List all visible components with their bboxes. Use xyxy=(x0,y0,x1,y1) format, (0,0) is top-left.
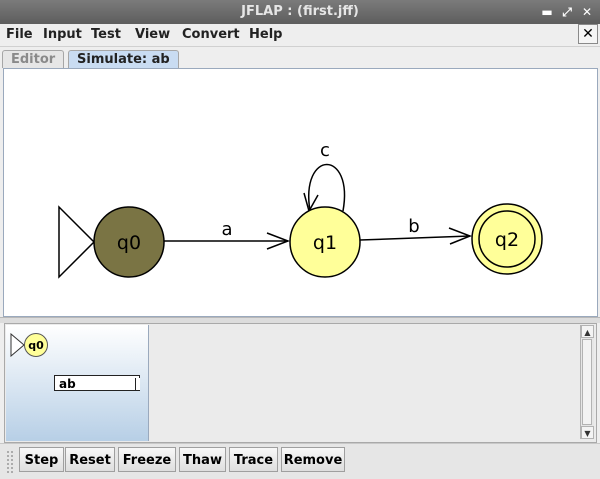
window-titlebar: JFLAP : (first.jff) ▬ ⤢ ✕ xyxy=(0,0,600,24)
menu-test[interactable]: Test xyxy=(91,24,121,46)
tape-input-text: ab xyxy=(59,377,76,391)
input-tape: ab xyxy=(54,375,140,391)
window-controls: ▬ ⤢ ✕ xyxy=(540,0,594,24)
reset-button[interactable]: Reset xyxy=(65,447,115,472)
close-window-icon[interactable]: ✕ xyxy=(580,5,594,19)
transition-label-b: b xyxy=(408,216,419,237)
step-button[interactable]: Step xyxy=(19,447,64,472)
vertical-scrollbar[interactable]: ▲ ▼ xyxy=(580,325,594,439)
state-label-q2: q2 xyxy=(495,229,519,251)
configurations-pane: q0 ab ▲ ▼ xyxy=(4,323,597,443)
scroll-thumb[interactable] xyxy=(582,339,592,425)
automaton-canvas[interactable]: a b c q0 q1 q2 xyxy=(3,68,598,317)
menu-convert[interactable]: Convert xyxy=(182,24,240,46)
minimize-icon[interactable]: ▬ xyxy=(540,5,554,19)
state-label-q0: q0 xyxy=(117,232,141,254)
scroll-up-icon[interactable]: ▲ xyxy=(581,325,594,338)
tab-bar: Editor Simulate: ab xyxy=(0,48,600,68)
tab-simulate[interactable]: Simulate: ab xyxy=(68,50,179,68)
close-tab-icon[interactable]: ✕ xyxy=(578,24,598,44)
initial-state-marker xyxy=(58,205,96,279)
transition-q1-loop xyxy=(308,163,346,212)
menu-file[interactable]: File xyxy=(6,24,33,46)
remove-button[interactable]: Remove xyxy=(281,447,345,472)
menu-input[interactable]: Input xyxy=(43,24,82,46)
automaton-diagram: a b c q0 q1 q2 xyxy=(58,140,543,279)
maximize-icon[interactable]: ⤢ xyxy=(560,5,574,19)
simulation-toolbar: Step Reset Freeze Thaw Trace Remove xyxy=(0,443,600,479)
menu-help[interactable]: Help xyxy=(249,24,282,46)
configuration-box[interactable]: q0 ab xyxy=(6,325,149,441)
trace-button[interactable]: Trace xyxy=(229,447,278,472)
toolbar-grip-icon[interactable] xyxy=(6,450,14,474)
tape-end-marker xyxy=(135,378,140,390)
thaw-button[interactable]: Thaw xyxy=(179,447,226,472)
scroll-down-icon[interactable]: ▼ xyxy=(581,426,594,439)
menubar: File Input Test View Convert Help xyxy=(0,24,600,47)
transition-label-a: a xyxy=(221,219,232,240)
config-state: q0 xyxy=(24,333,48,357)
menu-view[interactable]: View xyxy=(135,24,170,46)
freeze-button[interactable]: Freeze xyxy=(118,447,176,472)
window-title: JFLAP : (first.jff) xyxy=(241,4,359,19)
transition-label-c: c xyxy=(320,140,330,161)
state-label-q1: q1 xyxy=(313,232,337,254)
tab-editor[interactable]: Editor xyxy=(2,50,65,68)
